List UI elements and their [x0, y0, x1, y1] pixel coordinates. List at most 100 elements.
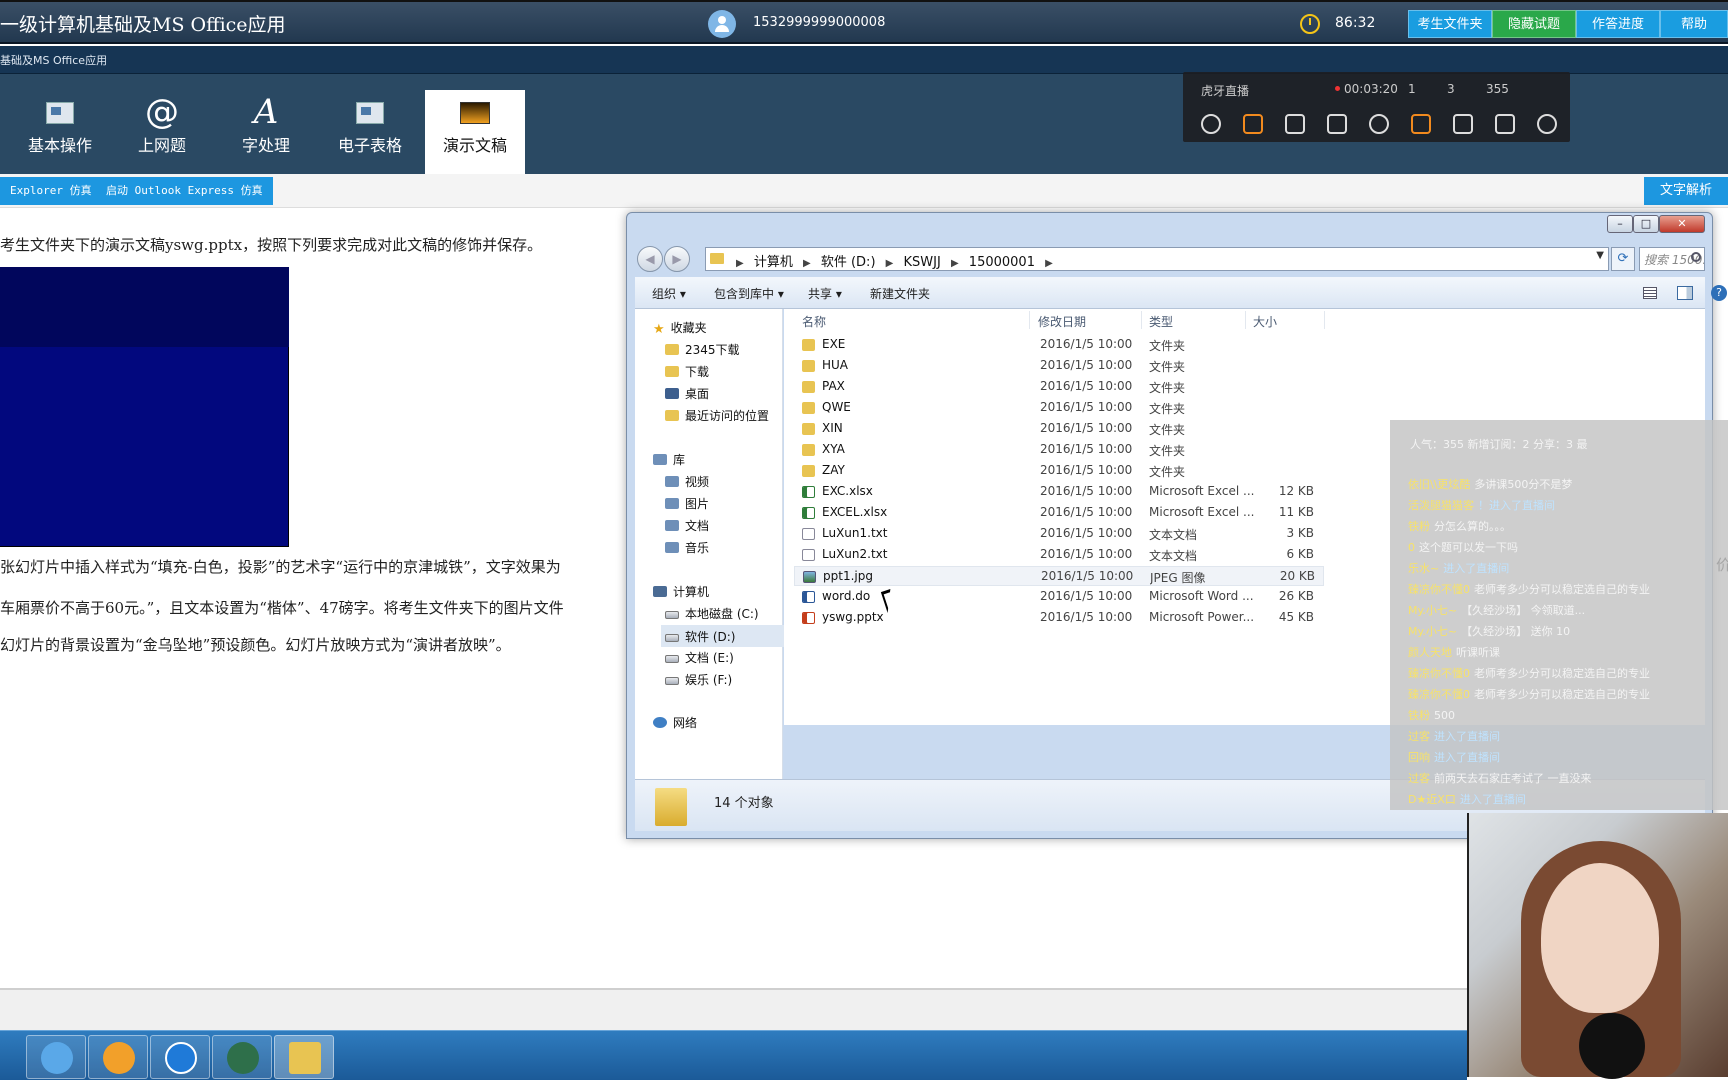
library-icon [653, 454, 667, 465]
nav-videos[interactable]: 视频 [665, 473, 709, 490]
taskbar-explorer-button[interactable] [274, 1035, 334, 1079]
nav-2345-downloads[interactable]: 2345下载 [665, 341, 740, 358]
address-bar[interactable]: ▶ 计算机 ▶ 软件 (D:) ▶ KSWJJ ▶ 15000001 ▶ ▼ [705, 247, 1609, 271]
file-row[interactable]: HUA 2016/1/5 10:00 文件夹 [794, 356, 1324, 376]
nav-recent-places[interactable]: 最近访问的位置 [665, 407, 769, 424]
nav-documents[interactable]: 文档 [665, 517, 709, 534]
breadcrumb-computer[interactable]: 计算机 [754, 255, 793, 270]
breadcrumb-kswjj[interactable]: KSWJJ [904, 255, 941, 270]
nav-music[interactable]: 音乐 [665, 539, 709, 556]
wrench-icon[interactable] [1453, 114, 1473, 134]
file-row[interactable]: ppt1.jpg 2016/1/5 10:00 JPEG 图像 20 KB [794, 566, 1324, 586]
outlook-simulation-button[interactable]: 启动 Outlook Express 仿真 [96, 177, 273, 205]
view-options-icon[interactable] [1643, 287, 1657, 299]
remaining-time: 86:32 [1335, 15, 1376, 31]
back-button[interactable]: ◀ [637, 246, 663, 272]
status-strip [0, 988, 1467, 1030]
new-folder-button[interactable]: 新建文件夹 [870, 285, 930, 302]
gift-icon[interactable] [1327, 114, 1347, 134]
file-row[interactable]: word.do 2016/1/5 10:00 Microsoft Word ... 2… [794, 587, 1324, 607]
column-divider[interactable] [1029, 311, 1030, 329]
file-row[interactable]: QWE 2016/1/5 10:00 文件夹 [794, 398, 1324, 418]
taskbar-media-button[interactable] [88, 1035, 148, 1079]
text-analysis-button[interactable]: 文字解析 [1644, 177, 1728, 205]
file-row[interactable]: PAX 2016/1/5 10:00 文件夹 [794, 377, 1324, 397]
breadcrumb-drive-d[interactable]: 软件 (D:) [821, 255, 876, 270]
forward-button[interactable]: ▶ [664, 246, 690, 272]
chat-message: My.小七~ 【久经沙场】 今领取道... [1408, 602, 1726, 618]
power-icon[interactable] [1201, 114, 1221, 134]
help-button[interactable]: 帮助 [1660, 10, 1728, 38]
taskbar-kugou-button[interactable] [150, 1035, 210, 1079]
file-row[interactable]: LuXun1.txt 2016/1/5 10:00 文本文档 3 KB [794, 524, 1324, 544]
file-row[interactable]: EXE 2016/1/5 10:00 文件夹 [794, 335, 1324, 355]
file-row[interactable]: LuXun2.txt 2016/1/5 10:00 文本文档 6 KB [794, 545, 1324, 565]
column-header-type[interactable]: 类型 [1149, 313, 1173, 330]
nav-drive-f[interactable]: 娱乐 (F:) [665, 671, 732, 688]
file-type: Microsoft Excel ... [1149, 505, 1255, 519]
close-button[interactable]: ✕ [1659, 215, 1705, 233]
nav-drive-e[interactable]: 文档 (E:) [665, 649, 734, 666]
column-header-name[interactable]: 名称 [802, 313, 826, 330]
answer-progress-button[interactable]: 作答进度 [1576, 10, 1660, 38]
column-header-size[interactable]: 大小 [1253, 313, 1277, 330]
chat-message: 活泼腿猫猫客 ！进入了直播间 [1408, 497, 1726, 513]
nav-computer[interactable]: 计算机 [653, 583, 709, 600]
nav-favorites[interactable]: ★ 收藏夹 [653, 319, 707, 337]
file-row[interactable]: yswg.pptx 2016/1/5 10:00 Microsoft Power..… [794, 608, 1324, 628]
refresh-button[interactable]: ⟳ [1611, 247, 1635, 271]
chevron-right-icon: ▶ [803, 258, 811, 269]
preview-pane-icon[interactable] [1677, 286, 1693, 300]
help-icon[interactable]: ? [1711, 285, 1727, 301]
question-panel: 考生文件夹下的演示文稿yswg.pptx，按照下列要求完成对此文稿的修饰并保存。… [0, 208, 640, 988]
explorer-title-bar[interactable]: – □ ✕ [627, 213, 1712, 241]
chevron-down-icon[interactable]: ▼ [1596, 250, 1604, 261]
file-modified-date: 2016/1/5 10:00 [1040, 484, 1133, 498]
organize-menu[interactable]: 组织 ▾ [652, 285, 686, 302]
tab-word-processing[interactable]: A 字处理 [216, 90, 316, 174]
maximize-button[interactable]: □ [1633, 215, 1659, 233]
screen-settings-icon[interactable] [1285, 114, 1305, 134]
file-row[interactable]: ZAY 2016/1/5 10:00 文件夹 [794, 461, 1324, 481]
nav-libraries[interactable]: 库 [653, 451, 685, 468]
nav-drive-c[interactable]: 本地磁盘 (C:) [665, 605, 759, 622]
webcam-icon[interactable] [1369, 114, 1389, 134]
drive-icon [665, 634, 679, 642]
column-header-date[interactable]: 修改日期 [1038, 313, 1086, 330]
breadcrumb-15000001[interactable]: 15000001 [969, 255, 1035, 270]
ie-simulation-button[interactable]: Explorer 仿真 [0, 177, 102, 205]
candidate-folder-button[interactable]: 考生文件夹 [1408, 10, 1492, 38]
column-divider[interactable] [1141, 311, 1142, 329]
file-row[interactable]: XIN 2016/1/5 10:00 文件夹 [794, 419, 1324, 439]
taskbar-browser-button[interactable] [26, 1035, 86, 1079]
file-row[interactable]: EXC.xlsx 2016/1/5 10:00 Microsoft Excel ..… [794, 482, 1324, 502]
taskbar-exam-button[interactable] [212, 1035, 272, 1079]
tab-spreadsheet[interactable]: 电子表格 [320, 90, 420, 174]
tab-internet[interactable]: @ 上网题 [112, 90, 212, 174]
tab-basic-operations[interactable]: 基本操作 [10, 90, 110, 174]
minimize-button[interactable]: – [1607, 215, 1633, 233]
tab-label: 演示文稿 [442, 136, 507, 155]
tab-presentation[interactable]: 演示文稿 [425, 90, 525, 174]
record-icon[interactable] [1411, 114, 1431, 134]
file-name: ppt1.jpg [823, 569, 873, 583]
search-icon[interactable] [1691, 252, 1701, 262]
nav-desktop[interactable]: 桌面 [665, 385, 709, 402]
computer-icon [653, 586, 667, 597]
file-row[interactable]: EXCEL.xlsx 2016/1/5 10:00 Microsoft Excel … [794, 503, 1324, 523]
share-menu[interactable]: 共享 ▾ [808, 285, 842, 302]
nav-network[interactable]: 网络 [653, 714, 697, 731]
ppt-file-icon [802, 612, 815, 624]
command-bar: 组织 ▾ 包含到库中 ▾ 共享 ▾ 新建文件夹 ? [635, 277, 1727, 309]
xlsx-file-icon [802, 507, 815, 519]
nav-downloads[interactable]: 下载 [665, 363, 709, 380]
gear-icon[interactable] [1537, 114, 1557, 134]
nav-pictures[interactable]: 图片 [665, 495, 709, 512]
column-divider[interactable] [1324, 311, 1325, 329]
file-row[interactable]: XYA 2016/1/5 10:00 文件夹 [794, 440, 1324, 460]
danmaku-icon[interactable] [1243, 114, 1263, 134]
include-in-library-menu[interactable]: 包含到库中 ▾ [714, 285, 784, 302]
column-divider[interactable] [1245, 311, 1246, 329]
hide-questions-button[interactable]: 隐藏试题 [1492, 10, 1576, 38]
room-icon[interactable] [1495, 114, 1515, 134]
